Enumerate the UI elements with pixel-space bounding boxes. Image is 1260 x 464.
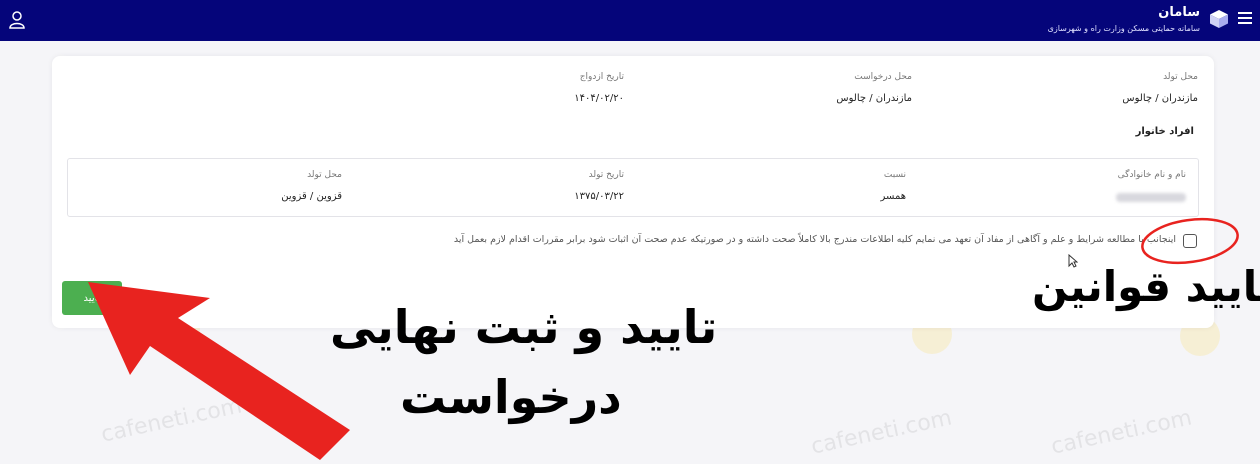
annotation-overlay [88,217,1239,460]
final-caption-line2: درخواست [400,370,622,424]
final-caption-line1: تایید و ثبت نهایی [330,300,718,354]
arrow-icon [88,282,350,460]
highlight-ellipse [1141,217,1239,265]
terms-caption: تایید قوانین [1032,262,1260,311]
